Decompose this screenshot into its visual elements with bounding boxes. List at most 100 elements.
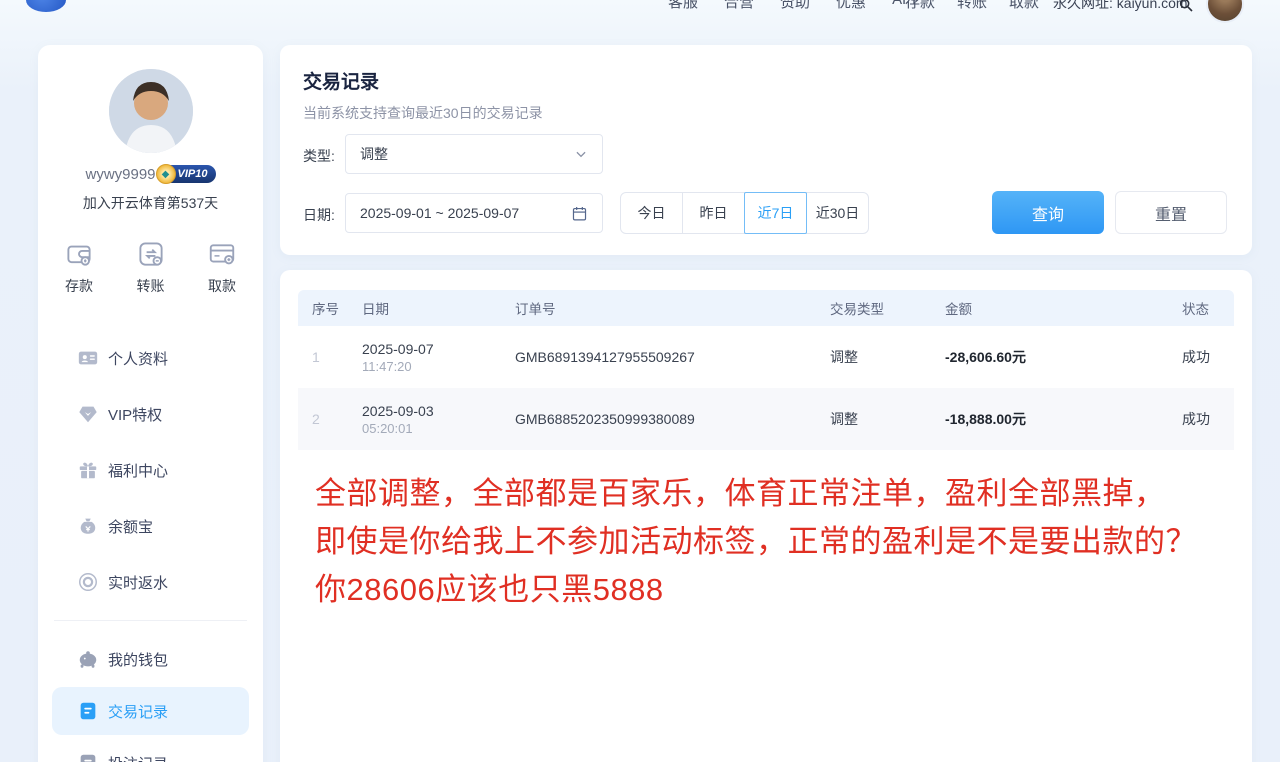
cell-index: 2: [312, 411, 362, 427]
cell-type: 调整: [830, 409, 945, 429]
chevron-down-icon: [574, 147, 588, 161]
top-wallet-links: 存款 转账 取款: [905, 0, 1039, 12]
cell-order-number: GMB6891394127955509267: [515, 349, 830, 365]
nav-sponsor[interactable]: 赞助: [780, 0, 810, 12]
sidebar-item-label: 实时返水: [108, 572, 168, 593]
sidebar-item-yuebao[interactable]: 余额宝: [38, 498, 263, 554]
username: wywy9999: [85, 166, 155, 183]
quick-action-label: 存款: [65, 276, 93, 296]
cell-date-time: 05:20:01: [362, 421, 515, 436]
sidebar-item-wallet[interactable]: 我的钱包: [38, 631, 263, 687]
nav-deposit[interactable]: 存款: [905, 0, 935, 12]
header-status: 状态: [1182, 298, 1234, 318]
range-yesterday-button[interactable]: 昨日: [682, 192, 745, 234]
cell-order-number: GMB6885202350999380089: [515, 411, 830, 427]
range-today-button[interactable]: 今日: [620, 192, 683, 234]
cell-status: 成功: [1182, 409, 1234, 429]
quick-range-group: 今日 昨日 近7日 近30日: [620, 192, 869, 234]
sidebar-item-label: 投注记录: [108, 753, 168, 762]
top-navigation-bar: 客服 合营 赞助 优惠 APP 存款 转账 取款 永久网址: kaiyun.co…: [0, 0, 1280, 30]
header-date: 日期: [362, 298, 515, 318]
vip-emblem-icon: ◆: [156, 164, 176, 184]
header-type: 交易类型: [830, 298, 945, 318]
nav-promotions[interactable]: 优惠: [836, 0, 866, 12]
quick-action-withdraw[interactable]: 取款: [207, 239, 237, 296]
header-index: 序号: [312, 298, 362, 318]
red-annotation-text: 全部调整，全部都是百家乐，体育正常注单，盈利全部黑掉， 即使是你给我上不参加活动…: [315, 470, 1197, 614]
sidebar-menu: 个人资料 VIP特权 福利中心: [38, 330, 263, 762]
cell-date: 2025-09-03 05:20:01: [362, 403, 515, 436]
header-amount: 金额: [945, 298, 1182, 318]
annotation-line: 即使是你给我上不参加活动标签，正常的盈利是不是要出款的？: [315, 518, 1197, 566]
nav-partnership[interactable]: 合营: [724, 0, 754, 12]
cell-type: 调整: [830, 347, 945, 367]
cell-date-time: 11:47:20: [362, 359, 515, 374]
sidebar-item-label: VIP特权: [108, 404, 162, 425]
sidebar-item-label: 福利中心: [108, 460, 168, 481]
menu-divider: [54, 620, 247, 621]
table-row: 2 2025-09-03 05:20:01 GMB688520235099938…: [298, 388, 1234, 450]
sidebar-item-bets[interactable]: 投注记录: [38, 735, 263, 762]
transaction-record-icon: [77, 700, 99, 722]
sidebar-item-label: 我的钱包: [108, 649, 168, 670]
transfer-icon: [136, 239, 166, 269]
annotation-line: 全部调整，全部都是百家乐，体育正常注单，盈利全部黑掉，: [315, 470, 1197, 518]
piggy-bank-icon: [77, 648, 99, 670]
withdraw-card-icon: [207, 239, 237, 269]
permanent-url-label: 永久网址: kaiyun.com: [1053, 0, 1188, 13]
vip-level-label: VIP10: [178, 168, 208, 180]
membership-days-label: 加入开云体育第537天: [38, 193, 263, 213]
vip-badge: ◆ VIP10: [162, 165, 216, 183]
date-range-value: 2025-09-01 ~ 2025-09-07: [360, 205, 519, 221]
top-nav-links: 客服 合营 赞助 优惠 APP: [668, 0, 922, 12]
cell-status: 成功: [1182, 347, 1234, 367]
vip-gem-icon: [77, 403, 99, 425]
reset-button[interactable]: 重置: [1115, 191, 1227, 234]
cell-amount: -28,606.60元: [945, 347, 1182, 367]
cell-amount: -18,888.00元: [945, 409, 1182, 429]
table-row: 1 2025-09-07 11:47:20 GMB689139412795550…: [298, 326, 1234, 388]
sidebar-item-label: 交易记录: [108, 701, 168, 722]
date-label: 日期:: [303, 205, 335, 225]
query-button[interactable]: 查询: [992, 191, 1104, 234]
calendar-icon: [571, 205, 588, 222]
profile-name-row: wywy9999 ◆ VIP10: [38, 165, 263, 183]
header-order: 订单号: [515, 298, 830, 318]
nav-customer-service[interactable]: 客服: [668, 0, 698, 12]
cell-date-day: 2025-09-03: [362, 403, 515, 419]
money-bag-icon: [77, 515, 99, 537]
filter-panel: 交易记录 当前系统支持查询最近30日的交易记录 类型: 调整 日期: 2025-…: [280, 45, 1252, 255]
quick-actions: 存款 转账: [38, 239, 263, 296]
kaiyun-logo[interactable]: [26, 0, 66, 12]
date-range-input[interactable]: 2025-09-01 ~ 2025-09-07: [345, 193, 603, 233]
type-select-value: 调整: [360, 144, 388, 164]
deposit-wallet-icon: [64, 239, 94, 269]
records-panel: 序号 日期 订单号 交易类型 金额 状态 1 2025-09-07 11:47:…: [280, 270, 1252, 762]
quick-action-deposit[interactable]: 存款: [64, 239, 94, 296]
nav-transfer[interactable]: 转账: [957, 0, 987, 12]
annotation-line: 你28606应该也只黑5888: [315, 566, 1197, 614]
bet-record-icon: [77, 752, 99, 762]
profile-avatar[interactable]: [109, 69, 193, 153]
topbar-user-avatar[interactable]: [1206, 0, 1244, 23]
sidebar-item-vip[interactable]: VIP特权: [38, 386, 263, 442]
cell-index: 1: [312, 349, 362, 365]
page-subtitle: 当前系统支持查询最近30日的交易记录: [303, 103, 543, 123]
quick-action-transfer[interactable]: 转账: [136, 239, 166, 296]
nav-withdraw[interactable]: 取款: [1009, 0, 1039, 12]
sidebar-item-profile[interactable]: 个人资料: [38, 330, 263, 386]
range-30days-button[interactable]: 近30日: [806, 192, 869, 234]
sidebar-item-welfare[interactable]: 福利中心: [38, 442, 263, 498]
search-icon[interactable]: [1178, 0, 1194, 13]
gift-icon: [77, 459, 99, 481]
range-7days-button[interactable]: 近7日: [744, 192, 807, 234]
quick-action-label: 转账: [137, 276, 165, 296]
rebate-coin-icon: [77, 571, 99, 593]
sidebar-item-label: 个人资料: [108, 348, 168, 369]
id-card-icon: [77, 347, 99, 369]
type-select[interactable]: 调整: [345, 134, 603, 174]
sidebar-item-rebate[interactable]: 实时返水: [38, 554, 263, 610]
quick-action-label: 取款: [208, 276, 236, 296]
sidebar-item-transactions[interactable]: 交易记录: [52, 687, 249, 735]
cell-date-day: 2025-09-07: [362, 341, 515, 357]
